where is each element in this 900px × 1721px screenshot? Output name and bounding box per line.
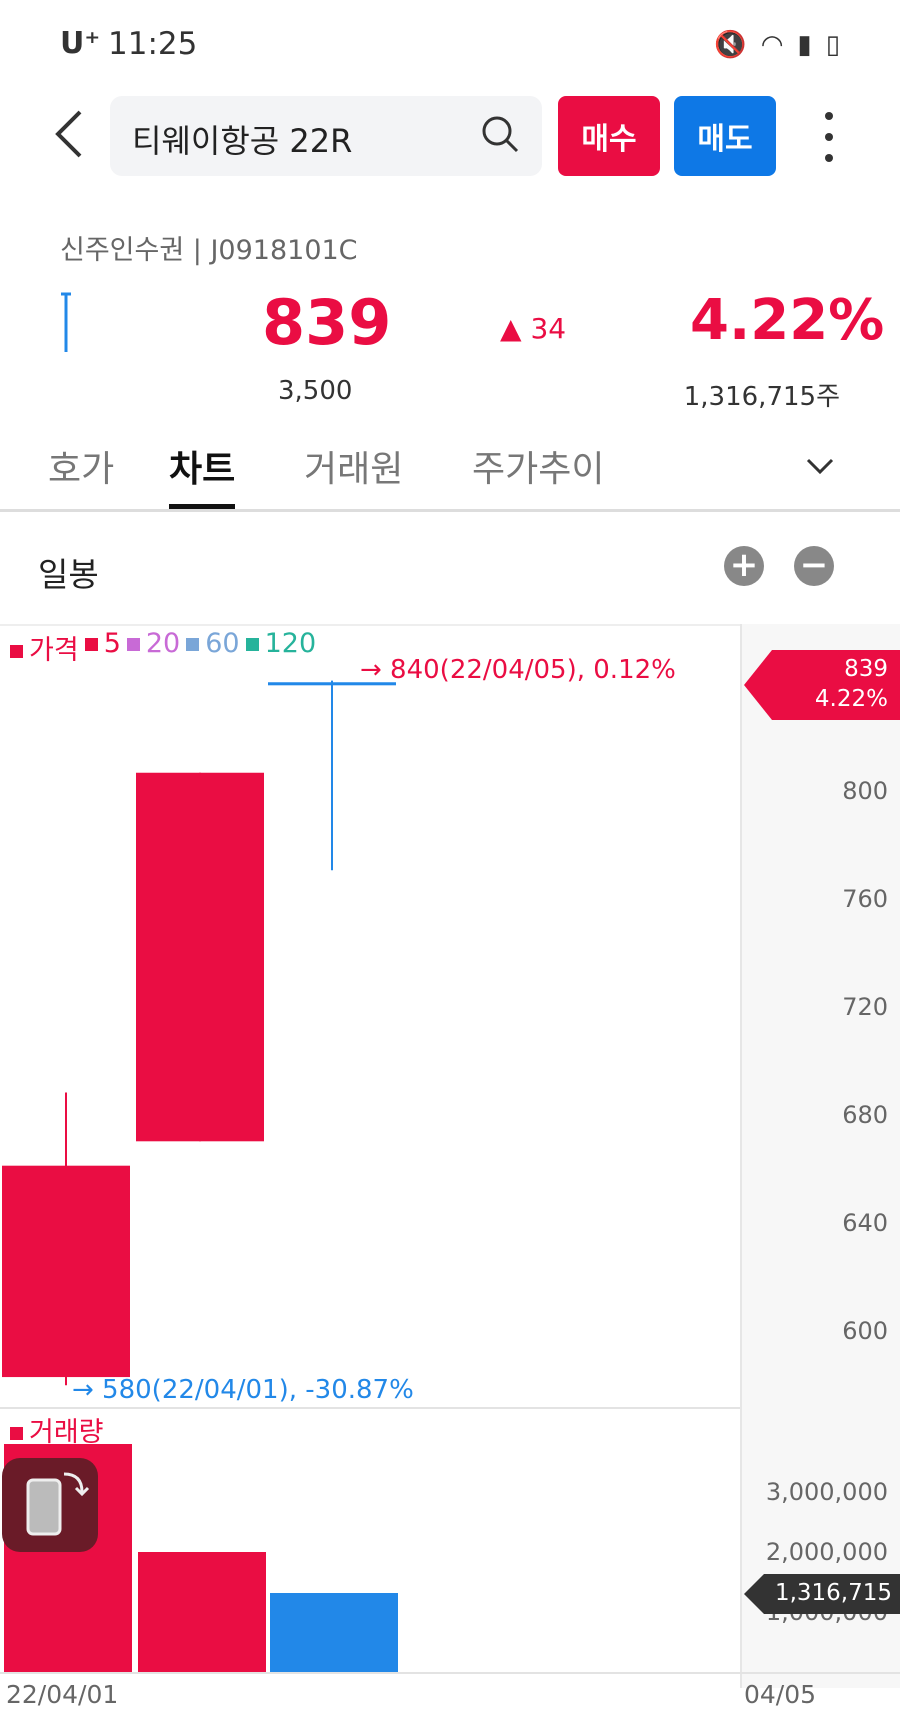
y-tick-label: 800 <box>842 777 888 805</box>
mute-icon: 🔇 <box>714 30 747 60</box>
up-triangle-icon: ▲ <box>500 312 522 345</box>
signal-icon: ▮ <box>797 30 812 60</box>
tab-broker[interactable]: 거래원 <box>304 440 403 492</box>
stock-subtitle: 신주인수권 | J0918101C <box>60 235 358 266</box>
more-options-icon[interactable] <box>816 112 842 162</box>
tabs-divider <box>0 509 900 512</box>
y-tick-label: 760 <box>842 885 888 913</box>
carrier-label: U⁺ <box>60 26 101 61</box>
y-tick-label: 600 <box>842 1317 888 1345</box>
trade-volume: 1,316,715주 <box>683 382 840 412</box>
candle-body <box>136 772 264 1142</box>
current-price-tag: 839 4.22% <box>744 650 900 720</box>
search-text: 티웨이항공 22R <box>132 122 353 160</box>
price-tag-value: 839 <box>844 656 888 682</box>
y-tick-label: 680 <box>842 1101 888 1129</box>
price-chart-canvas <box>2 680 398 1672</box>
search-icon[interactable] <box>480 114 520 154</box>
volume-bar <box>138 1552 266 1672</box>
candle-body <box>2 1165 130 1378</box>
battery-icon: ▯ <box>825 30 840 60</box>
base-price: 3,500 <box>278 376 353 406</box>
volume-tag-value: 1,316,715 <box>774 1580 892 1606</box>
tab-chart[interactable]: 차트 <box>169 440 235 492</box>
price-change-value: 34 <box>530 312 567 345</box>
volume-bar <box>270 1592 398 1672</box>
buy-button[interactable]: 매수 <box>558 96 660 176</box>
status-bar: U⁺ 11:25 🔇 ◠ ▮ ▯ <box>0 0 900 90</box>
current-price: 839 <box>262 286 392 359</box>
clock: 11:25 <box>108 26 198 62</box>
chevron-down-icon[interactable] <box>800 446 840 486</box>
volume-tick-label: 2,000,000 <box>765 1538 888 1566</box>
zoom-in-icon[interactable]: + <box>724 546 764 586</box>
zoom-out-icon[interactable]: − <box>794 546 834 586</box>
search-box[interactable]: 티웨이항공 22R <box>110 96 542 176</box>
mini-candle <box>60 292 72 354</box>
tab-orderbook[interactable]: 호가 <box>48 440 114 492</box>
low-annotation: → 580(22/04/01), -30.87% <box>72 1375 414 1405</box>
change-percent: 4.22% <box>690 288 885 353</box>
y-tick-label: 720 <box>842 993 888 1021</box>
high-annotation: → 840(22/04/05), 0.12% <box>360 655 676 685</box>
rotate-icon <box>26 1472 90 1536</box>
volume-tag: 1,316,715 <box>744 1574 900 1614</box>
y-tick-label: 640 <box>842 1209 888 1237</box>
sell-button[interactable]: 매도 <box>674 96 776 176</box>
price-tag-pct: 4.22% <box>814 686 888 712</box>
chart-period[interactable]: 일봉 <box>38 548 99 596</box>
volume-tick-label: 3,000,000 <box>765 1478 888 1506</box>
chart-bottom-border <box>0 1672 900 1674</box>
tab-price-trend[interactable]: 주가추이 <box>472 440 604 492</box>
price-change: ▲ 34 <box>500 312 566 345</box>
rotate-screen-button[interactable] <box>2 1458 98 1552</box>
status-icons: 🔇 ◠ ▮ ▯ <box>714 30 840 60</box>
back-icon[interactable] <box>52 108 102 168</box>
wifi-icon: ◠ <box>760 30 784 60</box>
x-tick-label: 22/04/01 <box>6 1680 119 1709</box>
x-tick-label: 04/05 <box>744 1680 817 1709</box>
